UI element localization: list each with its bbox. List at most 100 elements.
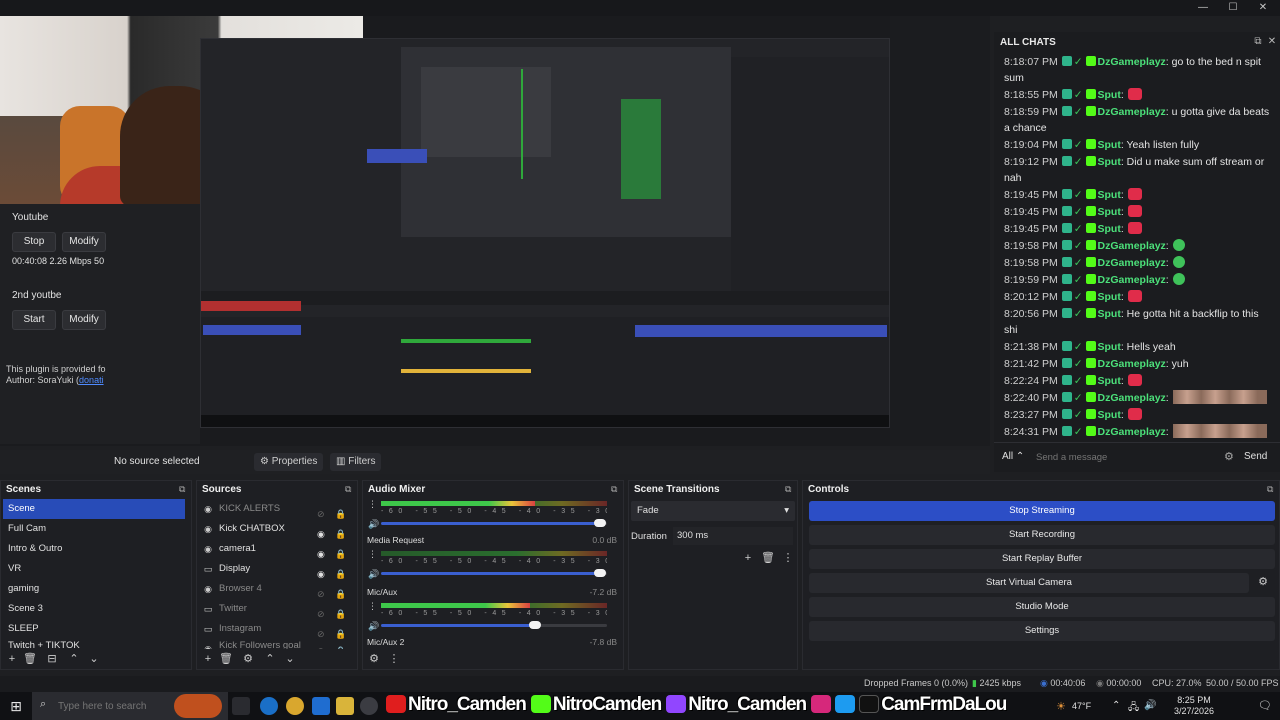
chat-filter-select[interactable]: All ⌃ [1002,451,1024,462]
lock-icon[interactable]: 🔒 [335,504,346,519]
move-up-icon[interactable]: ⌃ [263,652,277,666]
chat-username[interactable]: Sput [1098,409,1121,421]
move-up-icon[interactable]: ⌃ [67,652,81,666]
trash-icon[interactable]: 🗑 [23,652,37,666]
chat-username[interactable]: DzGameplayz [1098,106,1166,118]
visibility-eye-icon[interactable]: ◉ [317,544,329,559]
chrome-icon[interactable] [286,697,304,715]
channel-menu-icon[interactable]: ⋮ [368,601,377,612]
chat-input[interactable] [1036,449,1216,465]
source-item[interactable]: ◉ KICK ALERTS ⊘ 🔒 [199,499,349,519]
send-button[interactable]: Send [1244,451,1267,462]
visibility-eye-icon[interactable]: ⊘ [317,604,329,619]
float-icon[interactable]: ⧉ [611,484,621,494]
float-icon[interactable]: ⧉ [345,484,355,494]
start-button[interactable]: Start [12,310,56,330]
move-down-icon[interactable]: ⌄ [283,652,297,666]
studio-mode-button[interactable]: Studio Mode [809,597,1275,617]
scene-item[interactable]: gaming [3,579,179,599]
tray-chevron-icon[interactable]: ⌃ [1112,700,1120,711]
volume-slider[interactable] [381,621,607,629]
volume-slider-knob[interactable] [528,621,541,629]
source-item[interactable]: ◉ camera1 ◉ 🔒 [199,539,349,559]
lock-icon[interactable]: 🔒 [335,524,346,539]
scene-item[interactable]: VR [3,559,179,579]
store-icon[interactable] [312,697,330,715]
volume-slider-knob[interactable] [594,519,607,527]
chat-username[interactable]: Sput [1098,189,1121,201]
transition-select[interactable]: Fade ▾ [631,501,795,521]
properties-button[interactable]: ⚙ Properties [254,453,324,471]
duration-input[interactable]: 300 ms [673,527,793,545]
lock-icon[interactable]: 🔒 [335,604,346,619]
settings-button[interactable]: Settings [809,621,1275,641]
gear-icon[interactable]: ⚙ [1255,575,1271,591]
clock[interactable]: 8:25 PM 3/27/2026 [1164,695,1224,717]
chat-username[interactable]: DzGameplayz [1098,358,1166,370]
visibility-eye-icon[interactable]: ⊘ [317,644,329,649]
chat-username[interactable]: DzGameplayz [1098,274,1166,286]
volume-slider[interactable] [381,519,607,527]
more-icon[interactable]: ⋮ [387,652,401,666]
taskbar-search[interactable]: ⌕ [32,692,228,720]
notification-icon[interactable]: 🗨 [1258,699,1272,712]
chat-username[interactable]: DzGameplayz [1098,426,1166,438]
chat-username[interactable]: Sput [1098,206,1121,218]
source-item[interactable]: ◉ Browser 4 ⊘ 🔒 [199,579,349,599]
add-transition-icon[interactable]: + [741,551,755,565]
channel-menu-icon[interactable]: ⋮ [368,499,377,510]
edge-icon[interactable] [260,697,278,715]
scene-item[interactable]: Scene 3 [3,599,179,619]
visibility-eye-icon[interactable]: ⊘ [317,624,329,639]
volume-slider[interactable] [381,569,607,577]
start-virtual-camera-button[interactable]: Start Virtual Camera [809,573,1249,593]
float-icon[interactable]: ⧉ [1267,484,1277,494]
speaker-icon[interactable]: 🔊 [368,569,379,580]
lock-icon[interactable]: 🔒 [335,564,346,579]
network-icon[interactable]: 🖧 [1128,700,1139,717]
close-icon[interactable]: ✕ [1266,36,1278,48]
lock-icon[interactable]: 🔒 [335,584,346,599]
gear-icon[interactable]: ⚙ [367,652,381,666]
visibility-eye-icon[interactable]: ◉ [317,564,329,579]
add-icon[interactable]: + [201,652,215,666]
speaker-icon[interactable]: 🔊 [368,519,379,530]
file-explorer-icon[interactable] [336,697,354,715]
donation-link[interactable]: donati [79,375,104,385]
gear-icon[interactable]: ⚙ [241,652,255,666]
visibility-eye-icon[interactable]: ⊘ [317,584,329,599]
start-recording-button[interactable]: Start Recording [809,525,1275,545]
chat-username[interactable]: Sput [1098,89,1121,101]
scene-item[interactable]: Full Cam [3,519,179,539]
speaker-icon[interactable]: 🔊 [368,621,379,632]
chat-username[interactable]: DzGameplayz [1098,240,1166,252]
float-icon[interactable]: ⧉ [1252,36,1264,48]
move-down-icon[interactable]: ⌄ [87,652,101,666]
chat-username[interactable]: Sput [1098,375,1121,387]
channel-menu-icon[interactable]: ⋮ [368,549,377,560]
chat-username[interactable]: DzGameplayz [1098,257,1166,269]
source-item[interactable]: ▭ Display ◉ 🔒 [199,559,349,579]
chat-username[interactable]: Sput [1098,308,1121,320]
minimize-icon[interactable]: — [1188,1,1218,15]
obs-icon[interactable] [360,697,378,715]
start-replay-buffer-button[interactable]: Start Replay Buffer [809,549,1275,569]
lock-icon[interactable]: 🔒 [335,644,346,649]
chat-username[interactable]: DzGameplayz [1098,56,1166,68]
source-item[interactable]: ▭ Twitter ⊘ 🔒 [199,599,349,619]
chat-username[interactable]: Sput [1098,139,1121,151]
modify-button-2[interactable]: Modify [62,310,106,330]
scene-item[interactable]: Intro & Outro [3,539,179,559]
chat-username[interactable]: Sput [1098,291,1121,303]
stop-button[interactable]: Stop [12,232,56,252]
filters-button[interactable]: ▥ Filters [330,453,382,471]
volume-slider-knob[interactable] [594,569,607,577]
lock-icon[interactable]: 🔒 [335,624,346,639]
volume-icon[interactable]: 🔊 [1144,700,1156,711]
chat-username[interactable]: Sput [1098,341,1121,353]
chat-username[interactable]: Sput [1098,156,1121,168]
gear-icon[interactable]: ⚙ [1224,450,1234,463]
visibility-eye-icon[interactable]: ⊘ [317,504,329,519]
modify-button[interactable]: Modify [62,232,106,252]
float-icon[interactable]: ⧉ [785,484,795,494]
